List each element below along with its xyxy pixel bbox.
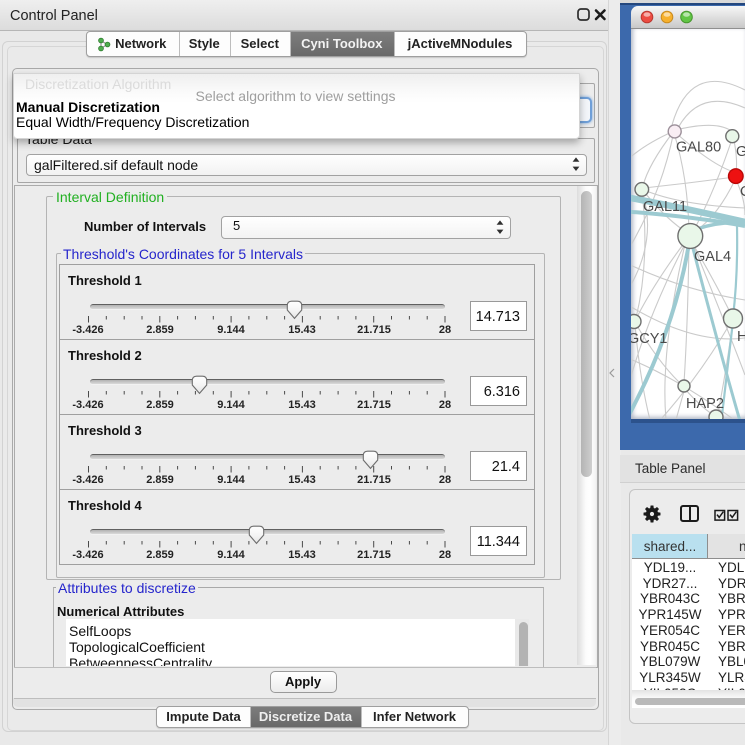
svg-text:GAL80: GAL80 — [676, 140, 721, 156]
svg-text:GA: GA — [736, 144, 745, 160]
svg-text:GAL4: GAL4 — [694, 249, 731, 265]
svg-text:GCY1: GCY1 — [631, 331, 668, 347]
svg-text:H: H — [737, 329, 745, 345]
svg-text:C: C — [740, 184, 745, 200]
svg-text:GAL11: GAL11 — [643, 199, 687, 215]
svg-text:HAP2: HAP2 — [686, 396, 724, 412]
